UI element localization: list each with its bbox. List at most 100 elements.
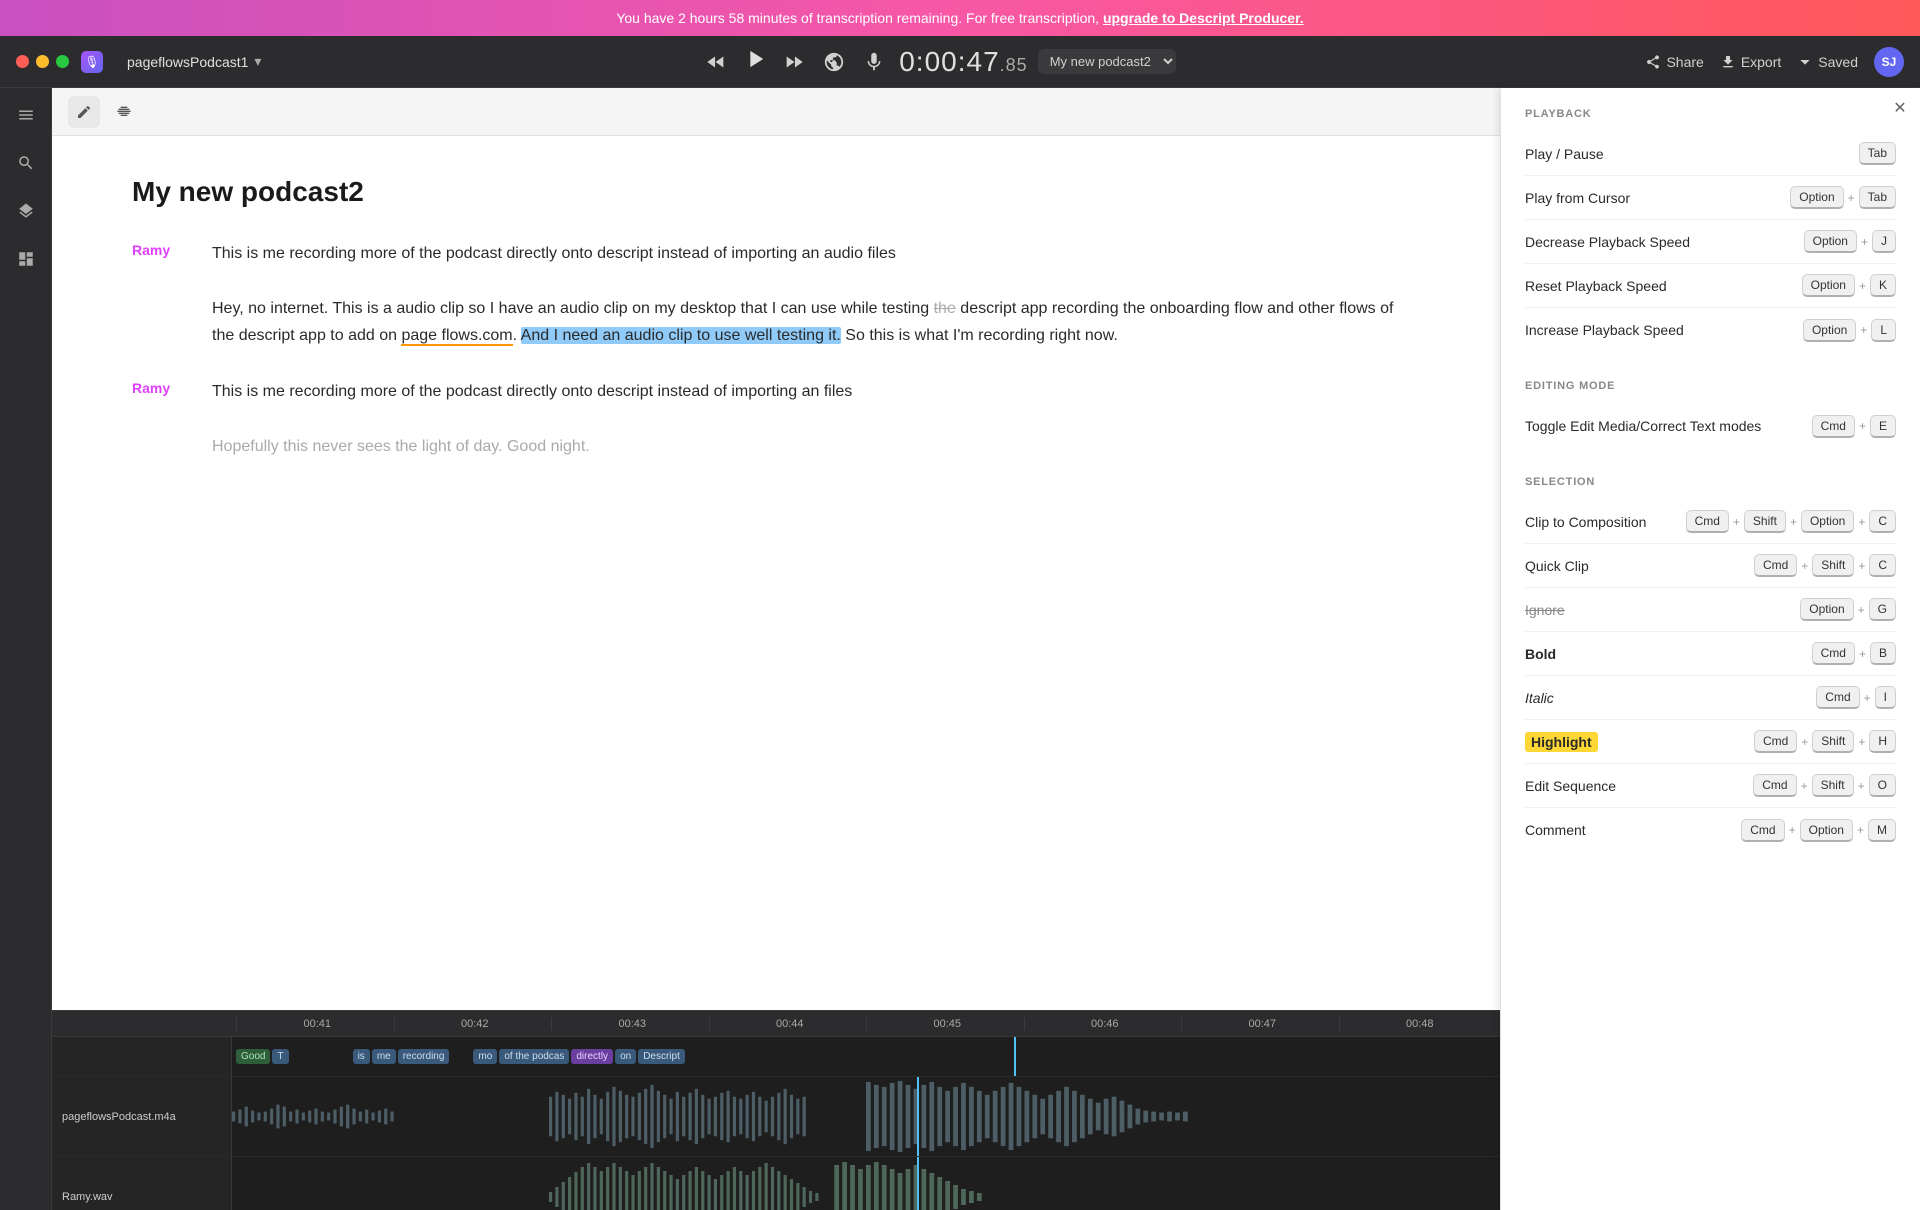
key-option-4: Option: [1803, 319, 1856, 342]
shortcut-name-clip-to-comp: Clip to Composition: [1525, 514, 1646, 530]
shortcut-name-edit-sequence: Edit Sequence: [1525, 778, 1616, 794]
project-dropdown-icon[interactable]: ▾: [254, 53, 261, 70]
export-label: Export: [1741, 54, 1781, 70]
key-c-2: C: [1869, 554, 1896, 577]
shortcut-edit-sequence: Edit Sequence Cmd + Shift + O: [1525, 764, 1896, 808]
plus-16: +: [1801, 779, 1808, 793]
transcript-text-1[interactable]: This is me recording more of the podcast…: [212, 240, 1420, 267]
transcript-block-3: Ramy This is me recording more of the po…: [132, 378, 1420, 405]
shortcut-name-decrease-speed: Decrease Playback Speed: [1525, 234, 1690, 250]
key-l: L: [1871, 319, 1896, 342]
hamburger-icon[interactable]: [11, 100, 41, 130]
word-chips-row: Good T is me recording mo of the podcas …: [52, 1037, 1500, 1077]
shortcut-panel: ✕ PLAYBACK Play / Pause Tab Play from Cu…: [1500, 88, 1920, 1210]
waveform-row-1: pageflowsPodcast.m4a: [52, 1077, 1500, 1157]
close-window-button[interactable]: [16, 55, 29, 68]
banner-link[interactable]: upgrade to Descript Producer.: [1103, 10, 1304, 26]
shortcut-name-ignore: Ignore: [1525, 602, 1565, 618]
transcript-text-2[interactable]: Hey, no internet. This is a audio clip s…: [212, 295, 1420, 349]
plus-8: +: [1858, 515, 1865, 529]
plus-4: +: [1860, 323, 1867, 337]
maximize-window-button[interactable]: [56, 55, 69, 68]
key-cmd-7: Cmd: [1753, 774, 1796, 797]
project-icon: 🎙: [81, 51, 103, 73]
shortcut-name-increase-speed: Increase Playback Speed: [1525, 322, 1684, 338]
chip-directly[interactable]: directly: [571, 1049, 613, 1064]
key-m: M: [1868, 819, 1896, 842]
chip-recording[interactable]: recording: [398, 1049, 450, 1064]
effects-button[interactable]: [819, 47, 849, 77]
rewind-button[interactable]: [701, 47, 731, 77]
minimize-window-button[interactable]: [36, 55, 49, 68]
avatar[interactable]: SJ: [1874, 47, 1904, 77]
plus-13: +: [1864, 691, 1871, 705]
plus-9: +: [1801, 559, 1808, 573]
playhead-waveform-2: [917, 1157, 919, 1210]
key-o: O: [1869, 774, 1896, 797]
transport-controls: 0:00:47.85 My new podcast2: [701, 45, 1175, 79]
export-button[interactable]: Export: [1720, 54, 1781, 70]
timeline-tracks: Good T is me recording mo of the podcas …: [52, 1037, 1500, 1210]
layers-icon[interactable]: [11, 196, 41, 226]
plus-19: +: [1857, 823, 1864, 837]
key-e: E: [1870, 415, 1896, 438]
key-j: J: [1872, 230, 1896, 253]
plus-7: +: [1790, 515, 1797, 529]
timeline-area: 00:41 00:42 00:43 00:44 00:45 00:46 00:4…: [52, 1010, 1500, 1210]
chip-podcast[interactable]: of the podcas: [499, 1049, 569, 1064]
key-option-1: Option: [1790, 186, 1843, 209]
playhead: [1014, 1037, 1016, 1076]
mic-button[interactable]: [859, 47, 889, 77]
key-option-7: Option: [1800, 819, 1853, 842]
transcript-area[interactable]: My new podcast2 Ramy This is me recordin…: [52, 136, 1500, 1010]
shortcut-highlight: Highlight Cmd + Shift + H: [1525, 720, 1896, 764]
chip-t[interactable]: T: [272, 1049, 288, 1064]
key-shift-4: Shift: [1812, 774, 1854, 797]
keys-comment: Cmd + Option + M: [1741, 819, 1896, 842]
speaker-label-2: [132, 295, 192, 349]
keys-highlight: Cmd + Shift + H: [1754, 730, 1896, 753]
panel-close-button[interactable]: ✕: [1888, 96, 1912, 120]
transcript-text-3[interactable]: This is me recording more of the podcast…: [212, 378, 1420, 405]
chip-me[interactable]: me: [372, 1049, 396, 1064]
composition-selector[interactable]: My new podcast2: [1038, 49, 1176, 74]
shortcut-name-italic: Italic: [1525, 690, 1554, 706]
chip-descript[interactable]: Descript: [638, 1049, 685, 1064]
plus-10: +: [1858, 559, 1865, 573]
pen-tool-button[interactable]: [68, 96, 100, 128]
timecode: 0:00:47.85: [899, 46, 1027, 78]
keys-bold: Cmd + B: [1812, 642, 1896, 665]
keys-decrease-speed: Option + J: [1804, 230, 1896, 253]
shortcut-italic: Italic Cmd + I: [1525, 676, 1896, 720]
shortcut-name-bold: Bold: [1525, 646, 1556, 662]
waveform-1[interactable]: [232, 1077, 1500, 1156]
shortcut-name-toggle-edit: Toggle Edit Media/Correct Text modes: [1525, 418, 1761, 434]
key-k: K: [1870, 274, 1896, 297]
saved-button[interactable]: Saved: [1797, 54, 1858, 70]
templates-icon[interactable]: [11, 244, 41, 274]
plus-15: +: [1858, 735, 1865, 749]
transcript-text-4[interactable]: Hopefully this never sees the light of d…: [212, 433, 1420, 460]
fast-forward-button[interactable]: [779, 47, 809, 77]
search-icon[interactable]: [11, 148, 41, 178]
chip-is[interactable]: is: [353, 1049, 370, 1064]
share-button[interactable]: Share: [1645, 54, 1703, 70]
plus-1: +: [1848, 191, 1855, 205]
play-pause-button[interactable]: [741, 45, 769, 79]
top-banner: You have 2 hours 58 minutes of transcrip…: [0, 0, 1920, 36]
chip-mo[interactable]: mo: [473, 1049, 497, 1064]
select-tool-button[interactable]: [108, 96, 140, 128]
shortcut-play-from-cursor: Play from Cursor Option + Tab: [1525, 176, 1896, 220]
plus-6: +: [1733, 515, 1740, 529]
key-option-3: Option: [1802, 274, 1855, 297]
chip-on[interactable]: on: [615, 1049, 636, 1064]
section-title-playback: PLAYBACK: [1525, 108, 1896, 120]
chip-good[interactable]: Good: [236, 1049, 270, 1064]
title-bar: 🎙 pageflowsPodcast1 ▾ 0:00:47.85 My new …: [0, 36, 1920, 88]
section-editing-mode: EDITING MODE Toggle Edit Media/Correct T…: [1501, 360, 1920, 456]
waveform-2[interactable]: [232, 1157, 1500, 1210]
section-title-editing-mode: EDITING MODE: [1525, 380, 1896, 392]
underlined-text: page flows.com: [401, 327, 512, 346]
ruler-mark-2: 00:42: [394, 1018, 552, 1030]
transcript-block-2: Hey, no internet. This is a audio clip s…: [132, 295, 1420, 349]
